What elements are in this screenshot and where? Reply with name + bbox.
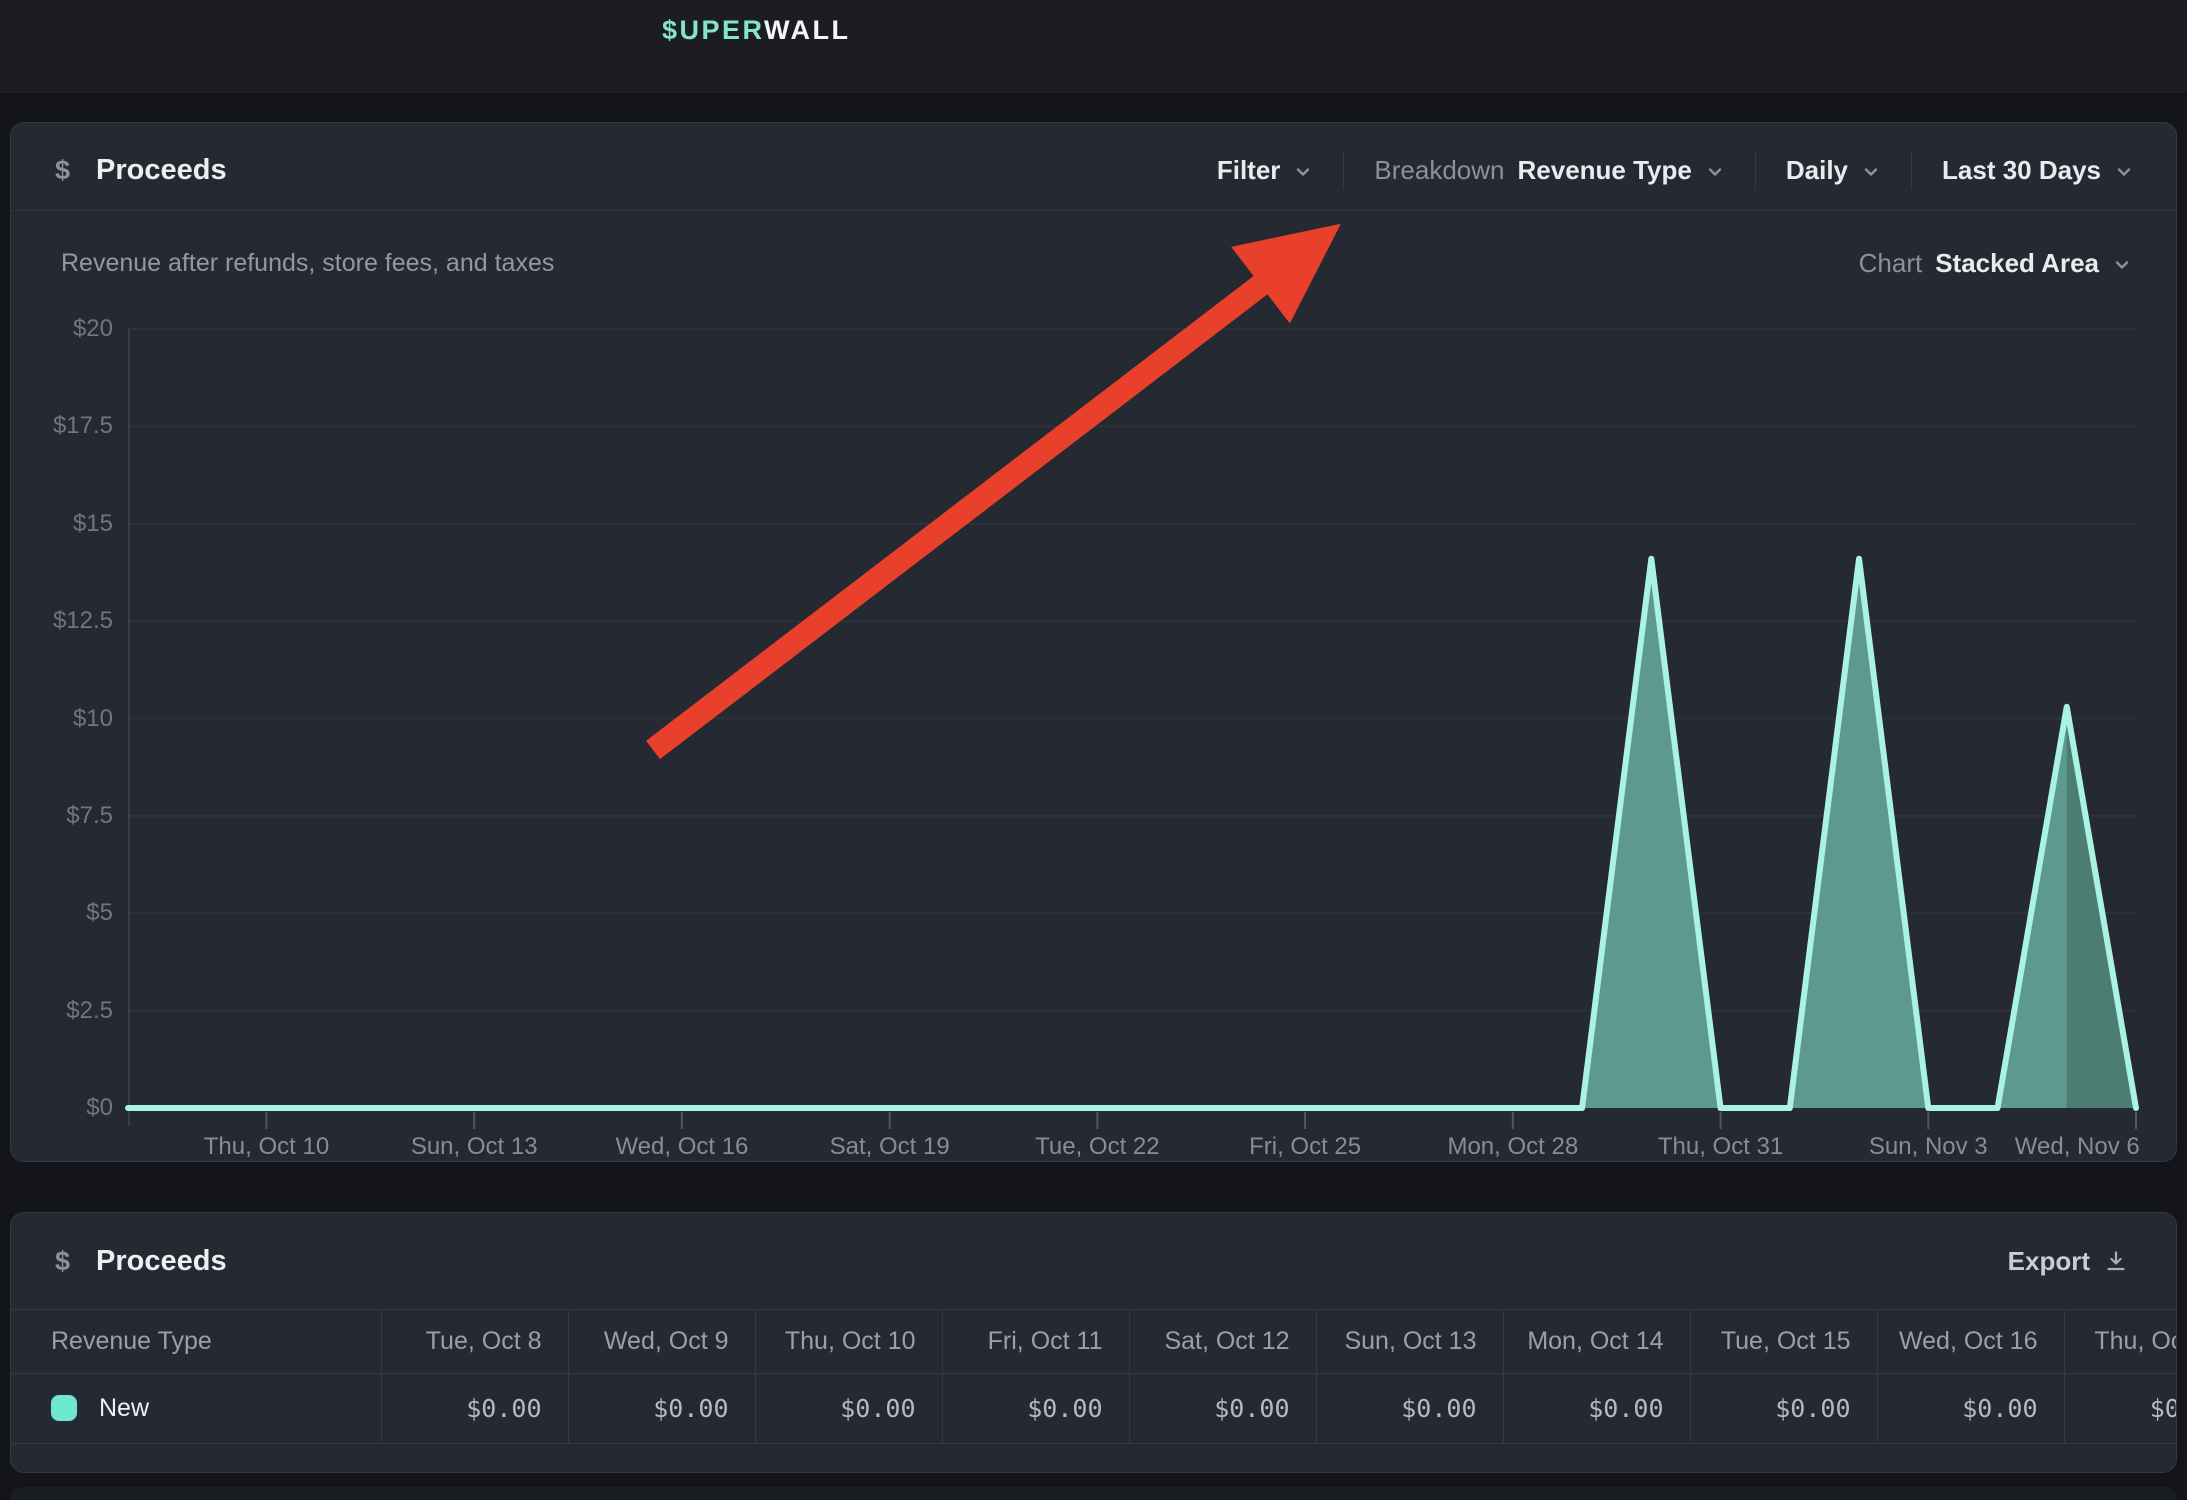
chart-type-label: Chart bbox=[1859, 248, 1923, 279]
table-cell: $0.00 bbox=[1316, 1373, 1503, 1443]
proceeds-chart-panel: $ Proceeds Filter Breakdown Revenue Type… bbox=[10, 122, 2177, 1162]
y-tick-label: $20 bbox=[41, 314, 113, 344]
table-cell: $0.00 bbox=[568, 1373, 755, 1443]
chevron-down-icon bbox=[1861, 162, 1881, 182]
column-header: Wed, Oct 16 bbox=[1877, 1310, 2064, 1373]
column-header: Revenue Type bbox=[11, 1310, 381, 1373]
breakdown-label: Breakdown bbox=[1374, 155, 1504, 186]
chevron-down-icon bbox=[1293, 162, 1313, 182]
row-label-cell: New bbox=[11, 1373, 381, 1443]
chevron-down-icon bbox=[2112, 255, 2132, 275]
chart-controls: Filter Breakdown Revenue Type Daily Last… bbox=[1217, 152, 2134, 190]
chart-subtitle: Revenue after refunds, store fees, and t… bbox=[61, 249, 554, 278]
filter-label: Filter bbox=[1217, 155, 1281, 186]
area-fill bbox=[128, 559, 2136, 1108]
x-tick-label: Sun, Nov 3 bbox=[1869, 1131, 1988, 1162]
y-tick-label: $12.5 bbox=[41, 606, 113, 636]
chart-panel-title: Proceeds bbox=[96, 154, 227, 187]
column-header: Sun, Oct 13 bbox=[1316, 1310, 1503, 1373]
column-header: Mon, Oct 14 bbox=[1503, 1310, 1690, 1373]
x-tick-label: Thu, Oct 31 bbox=[1658, 1131, 1783, 1162]
y-tick-label: $15 bbox=[41, 509, 113, 539]
column-header: Fri, Oct 11 bbox=[942, 1310, 1129, 1373]
divider bbox=[1343, 152, 1344, 190]
table-cell: $0.00 bbox=[1690, 1373, 1877, 1443]
chart-type-value: Stacked Area bbox=[1935, 248, 2099, 279]
proceeds-table: Revenue TypeTue, Oct 8Wed, Oct 9Thu, Oct… bbox=[11, 1309, 2176, 1444]
logo-suffix: WALL bbox=[764, 15, 850, 45]
chart-panel-header: $ Proceeds Filter Breakdown Revenue Type… bbox=[11, 123, 2176, 211]
page: $UPERWALL $ Proceeds Filter Breakdown Re… bbox=[0, 0, 2187, 1500]
area-chart-svg bbox=[128, 329, 2136, 1108]
interval-dropdown[interactable]: Daily bbox=[1786, 155, 1881, 186]
y-tick-label: $7.5 bbox=[41, 801, 113, 831]
breakdown-value: Revenue Type bbox=[1518, 155, 1692, 186]
breakdown-dropdown[interactable]: Breakdown Revenue Type bbox=[1374, 155, 1724, 186]
y-tick-label: $0 bbox=[41, 1093, 113, 1123]
x-tick-label: Wed, Nov 6 bbox=[2015, 1131, 2140, 1162]
export-button[interactable]: Export bbox=[2008, 1246, 2128, 1277]
date-range-value: Last 30 Days bbox=[1942, 155, 2101, 186]
dollar-icon: $ bbox=[55, 1246, 70, 1277]
y-tick-label: $10 bbox=[41, 704, 113, 734]
x-tick-label: Thu, Oct 10 bbox=[204, 1131, 329, 1162]
export-label: Export bbox=[2008, 1246, 2090, 1277]
x-tick-label: Tue, Oct 22 bbox=[1035, 1131, 1160, 1162]
x-tick-label: Sat, Oct 19 bbox=[830, 1131, 950, 1162]
column-header: Sat, Oct 12 bbox=[1129, 1310, 1316, 1373]
row-label: New bbox=[99, 1394, 149, 1423]
top-nav: $UPERWALL bbox=[0, 0, 2187, 93]
dollar-icon: $ bbox=[55, 155, 70, 186]
divider bbox=[1911, 152, 1912, 190]
column-header: Tue, Oct 15 bbox=[1690, 1310, 1877, 1373]
table-cell: $0.00 bbox=[1877, 1373, 2064, 1443]
y-axis: $0$2.5$5$7.5$10$12.5$15$17.5$20 bbox=[41, 329, 113, 1108]
chevron-down-icon bbox=[2114, 162, 2134, 182]
table-cell: $0.00 bbox=[2064, 1373, 2176, 1443]
table-panel-title: Proceeds bbox=[96, 1245, 227, 1278]
chart-plot-area[interactable] bbox=[128, 329, 2136, 1108]
table-cell: $0.00 bbox=[942, 1373, 1129, 1443]
table-cell: $0.00 bbox=[755, 1373, 942, 1443]
chart-type-dropdown[interactable]: Chart Stacked Area bbox=[1859, 248, 2132, 279]
download-icon bbox=[2104, 1249, 2128, 1273]
logo-prefix: $UPER bbox=[662, 15, 764, 45]
table-cell: $0.00 bbox=[381, 1373, 568, 1443]
x-tick-label: Sun, Oct 13 bbox=[411, 1131, 538, 1162]
table-row[interactable]: New$0.00$0.00$0.00$0.00$0.00$0.00$0.00$0… bbox=[11, 1373, 2176, 1443]
legend-swatch bbox=[51, 1395, 77, 1421]
x-tick-label: Mon, Oct 28 bbox=[1447, 1131, 1578, 1162]
divider bbox=[1755, 152, 1756, 190]
table-cell: $0.00 bbox=[1129, 1373, 1316, 1443]
column-header: Thu, Oct 17 bbox=[2064, 1310, 2176, 1373]
column-header: Tue, Oct 8 bbox=[381, 1310, 568, 1373]
y-tick-label: $17.5 bbox=[41, 411, 113, 441]
y-tick-label: $5 bbox=[41, 898, 113, 928]
proceeds-table-panel: $ Proceeds Export Revenue TypeTue, Oct 8… bbox=[10, 1212, 2177, 1473]
table-cell: $0.00 bbox=[1503, 1373, 1690, 1443]
column-header: Thu, Oct 10 bbox=[755, 1310, 942, 1373]
superwall-logo[interactable]: $UPERWALL bbox=[662, 15, 851, 46]
date-range-dropdown[interactable]: Last 30 Days bbox=[1942, 155, 2134, 186]
table-header-row: Revenue TypeTue, Oct 8Wed, Oct 9Thu, Oct… bbox=[11, 1310, 2176, 1373]
chevron-down-icon bbox=[1705, 162, 1725, 182]
y-tick-label: $2.5 bbox=[41, 996, 113, 1026]
x-tick-label: Wed, Oct 16 bbox=[615, 1131, 748, 1162]
table-panel-header: $ Proceeds Export bbox=[11, 1213, 2176, 1309]
x-axis: Thu, Oct 10 Sun, Oct 13 Wed, Oct 16 Sat, Oc… bbox=[128, 1131, 2136, 1162]
x-tick-label: Fri, Oct 25 bbox=[1249, 1131, 1361, 1162]
next-panel-peek bbox=[10, 1487, 2177, 1500]
interval-value: Daily bbox=[1786, 155, 1848, 186]
column-header: Wed, Oct 9 bbox=[568, 1310, 755, 1373]
filter-dropdown[interactable]: Filter bbox=[1217, 155, 1314, 186]
